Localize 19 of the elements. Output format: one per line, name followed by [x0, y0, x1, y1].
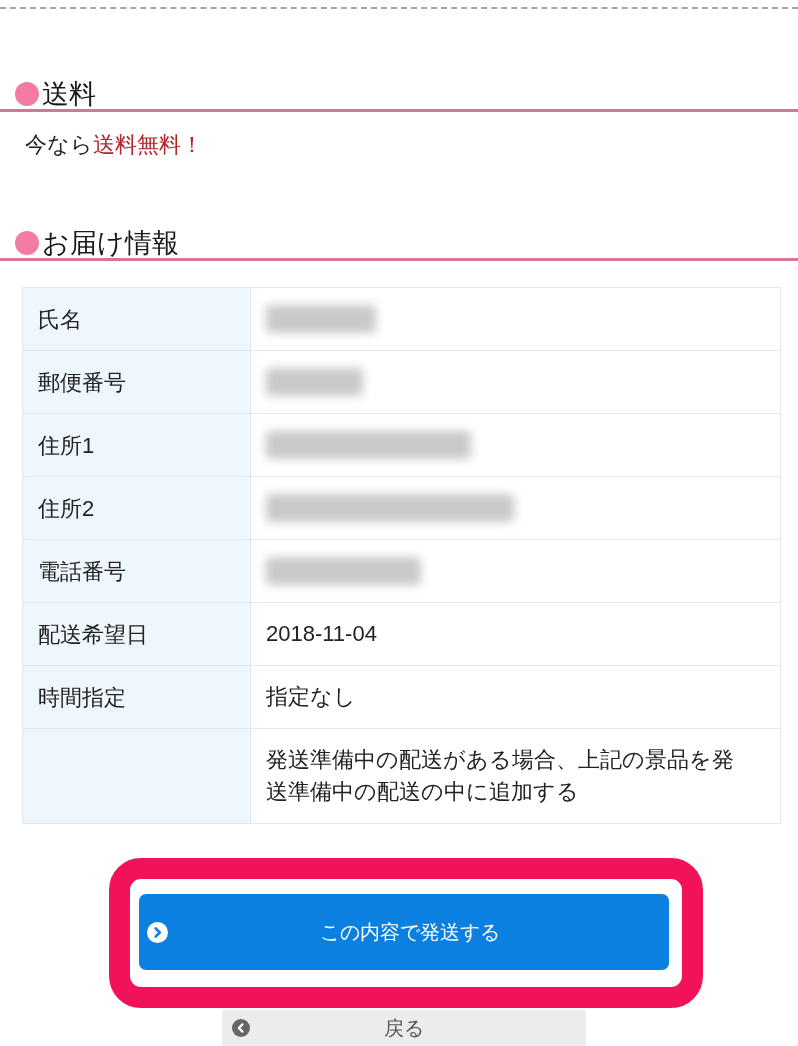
- label-cell: 時間指定: [22, 665, 251, 729]
- section-title: 送料: [42, 79, 96, 109]
- label-cell: 氏名: [22, 287, 251, 351]
- value-cell: 2018-11-04: [250, 602, 781, 666]
- section-title: お届け情報: [42, 228, 179, 258]
- label-cell: 郵便番号: [22, 350, 251, 414]
- label-cell: 配送希望日: [22, 602, 251, 666]
- label-cell: 電話番号: [22, 539, 251, 603]
- back-button[interactable]: 戻る: [222, 1010, 586, 1046]
- label-cell: 住所2: [22, 476, 251, 540]
- label-cell: 住所1: [22, 413, 251, 477]
- notice-text: 今なら送料無料！: [25, 131, 204, 159]
- chevron-right-icon: [147, 921, 168, 943]
- send-button[interactable]: この内容で発送する: [139, 894, 669, 970]
- bullet-dot-icon: [15, 82, 39, 106]
- chevron-left-icon: [232, 1019, 250, 1037]
- value-cell: 指定なし: [250, 665, 781, 729]
- bullet-dot-icon: [15, 231, 39, 255]
- value-cell: 発送準備中の配送がある場合、上記の景品を発送準備中の配送の中に追加する: [250, 728, 781, 824]
